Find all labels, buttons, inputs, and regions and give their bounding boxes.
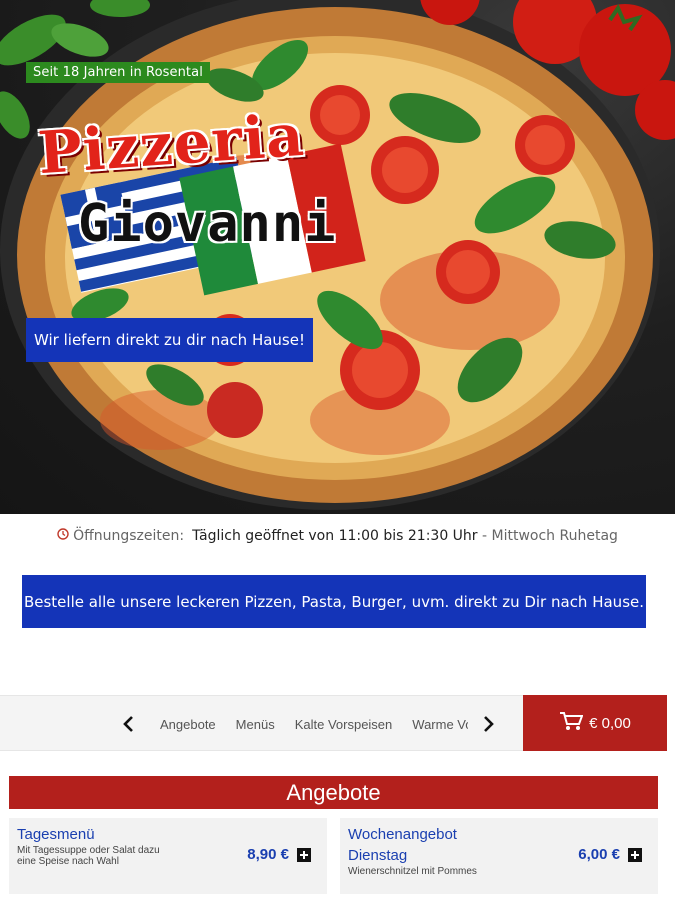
add-to-cart-icon[interactable]	[628, 848, 642, 862]
tab-warme-vorspeisen[interactable]: Warme Vorspeisen	[402, 717, 468, 732]
opening-hours-closed-day: - Mittwoch Ruhetag	[477, 528, 618, 544]
info-banner: Bestelle alle unsere leckeren Pizzen, Pa…	[22, 575, 646, 628]
product-card[interactable]: Wochenangebot Dienstag Wienerschnitzel m…	[340, 818, 658, 894]
chevron-left-icon[interactable]	[116, 710, 140, 738]
opening-hours: Öffnungszeiten: Täglich geöffnet von 11:0…	[0, 528, 675, 544]
delivery-badge: Wir liefern direkt zu dir nach Hause!	[26, 318, 313, 362]
chevron-right-icon[interactable]	[477, 710, 501, 738]
clock-icon	[57, 528, 69, 544]
product-price: 6,00 €	[578, 846, 620, 863]
product-name-line1: Wochenangebot	[348, 826, 457, 843]
product-price: 8,90 €	[247, 846, 289, 863]
category-tabs: Angebote Menüs Kalte Vorspeisen Warme Vo…	[150, 696, 468, 752]
product-description: Mit Tagessuppe oder Salat dazu eine Spei…	[17, 845, 160, 867]
cart-total: € 0,00	[589, 714, 631, 732]
product-name: Tagesmenü	[17, 826, 95, 843]
product-description: Wienerschnitzel mit Pommes	[348, 866, 477, 877]
category-nav: Angebote Menüs Kalte Vorspeisen Warme Vo…	[0, 695, 523, 751]
logo-line2: Giovanni	[78, 194, 337, 254]
logo-line1: Pizzeria	[35, 100, 307, 188]
section-title: Angebote	[9, 776, 658, 809]
since-badge: Seit 18 Jahren in Rosental	[26, 62, 210, 83]
logo: Pizzeria Giovanni	[36, 101, 378, 300]
opening-hours-label: Öffnungszeiten:	[73, 528, 185, 544]
product-name-line2: Dienstag	[348, 847, 408, 864]
tab-angebote[interactable]: Angebote	[150, 717, 226, 732]
hero-image: Seit 18 Jahren in Rosental Pizzeria Giov…	[0, 0, 675, 514]
tab-menues[interactable]: Menüs	[226, 717, 285, 732]
tab-kalte-vorspeisen[interactable]: Kalte Vorspeisen	[285, 717, 403, 732]
product-card[interactable]: Tagesmenü Mit Tagessuppe oder Salat dazu…	[9, 818, 327, 894]
add-to-cart-icon[interactable]	[297, 848, 311, 862]
shopping-cart-icon	[559, 711, 584, 736]
cart-button[interactable]: € 0,00	[523, 695, 667, 751]
opening-hours-times: Täglich geöffnet von 11:00 bis 21:30 Uhr	[192, 528, 478, 544]
